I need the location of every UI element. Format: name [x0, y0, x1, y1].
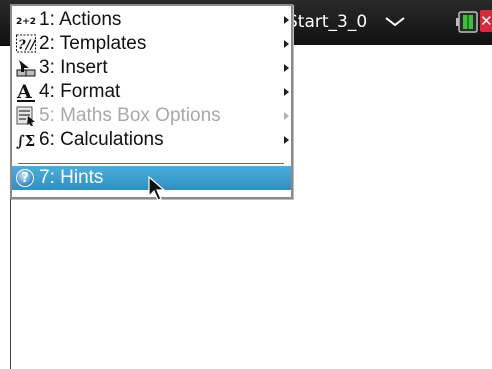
menu-separator	[18, 163, 284, 164]
menu-item-label: 5: Maths Box Options	[39, 105, 221, 126]
insert-icon	[16, 60, 36, 77]
templates-icon: ?//	[16, 34, 36, 53]
submenu-arrow-icon	[284, 136, 289, 144]
submenu-arrow-icon	[284, 112, 289, 120]
hints-icon: ?	[16, 169, 34, 187]
calculations-icon: ∫Σ	[16, 132, 35, 150]
document-title[interactable]: Start_3_0	[287, 12, 367, 32]
actions-icon: 2+2=	[16, 17, 36, 27]
close-icon[interactable]: ✕	[480, 10, 492, 32]
menu-item-maths-box-options[interactable]: 5: Maths Box Options	[12, 104, 291, 128]
submenu-arrow-icon	[284, 88, 289, 96]
handheld-screen: Start_3_0 ✕ 2+2= 1: Actions ?//	[0, 0, 492, 369]
menu-item-label: 6: Calculations	[39, 129, 164, 150]
document-menu: 2+2= 1: Actions ?// 2: Templates 3: Inse…	[10, 4, 293, 199]
menu-item-templates[interactable]: ?// 2: Templates	[12, 32, 291, 56]
menu-item-label: 7: Hints	[39, 167, 104, 188]
maths-box-icon	[16, 106, 35, 126]
format-icon: A	[16, 82, 35, 102]
svg-text:A: A	[16, 82, 32, 102]
menu-item-label: 4: Format	[39, 81, 121, 102]
chevron-down-icon[interactable]	[385, 17, 405, 27]
svg-text:2+2=: 2+2=	[16, 17, 36, 27]
mouse-cursor-icon	[148, 176, 166, 201]
menu-item-label: 3: Insert	[39, 57, 108, 78]
menu-item-label: 2: Templates	[39, 33, 147, 54]
menu-item-label: 1: Actions	[39, 9, 122, 30]
svg-text:∫Σ: ∫Σ	[16, 132, 35, 150]
menu-item-format[interactable]: A 4: Format	[12, 80, 291, 104]
submenu-arrow-icon	[284, 64, 289, 72]
svg-text:?//: ?//	[18, 38, 36, 53]
submenu-arrow-icon	[284, 40, 289, 48]
menu-item-insert[interactable]: 3: Insert	[12, 56, 291, 80]
menu-item-actions[interactable]: 2+2= 1: Actions	[12, 8, 291, 32]
menu-item-calculations[interactable]: ∫Σ 6: Calculations	[12, 128, 291, 152]
submenu-arrow-icon	[284, 16, 289, 24]
